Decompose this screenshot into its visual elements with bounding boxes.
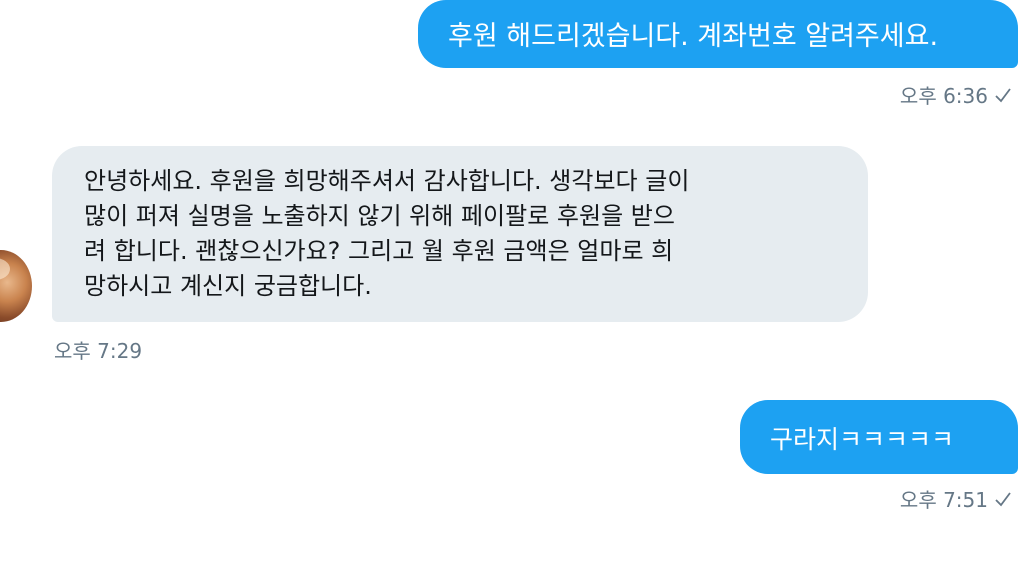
avatar[interactable]	[0, 250, 32, 322]
outgoing-message-bubble[interactable]: 후원 해드리겠습니다. 계좌번호 알려주세요.	[418, 0, 1018, 68]
message-timestamp: 오후 7:29	[54, 339, 143, 363]
message-text: 구라지ㅋㅋㅋㅋㅋ	[770, 425, 955, 454]
message-timestamp: 오후 7:51	[899, 488, 988, 512]
message-line: 안녕하세요. 후원을 희망해주셔서 감사합니다. 생각보다 글이	[84, 167, 690, 195]
message-line: 많이 퍼져 실명을 노출하지 않기 위해 페이팔로 후원을 받으	[84, 202, 675, 230]
message-meta: 오후 7:51	[900, 484, 1012, 513]
message-line: 려 합니다. 괜찮으신가요? 그리고 월 후원 금액은 얼마로 희	[84, 237, 674, 265]
checkmark-icon	[995, 491, 1011, 506]
incoming-message-bubble[interactable]: 안녕하세요. 후원을 희망해주셔서 감사합니다. 생각보다 글이 많이 퍼져 실…	[52, 146, 868, 322]
message-line: 망하시고 계신지 궁금합니다.	[84, 272, 372, 300]
message-text: 후원 해드리겠습니다. 계좌번호 알려주세요.	[448, 21, 939, 52]
checkmark-icon	[995, 87, 1011, 102]
message-meta: 오후 7:29	[54, 335, 142, 364]
outgoing-message-bubble[interactable]: 구라지ㅋㅋㅋㅋㅋ	[740, 400, 1018, 474]
message-timestamp: 오후 6:36	[899, 84, 988, 108]
message-meta: 오후 6:36	[900, 80, 1012, 109]
dm-conversation: 후원 해드리겠습니다. 계좌번호 알려주세요. 오후 6:36 안녕하세요. 후…	[0, 0, 1024, 578]
